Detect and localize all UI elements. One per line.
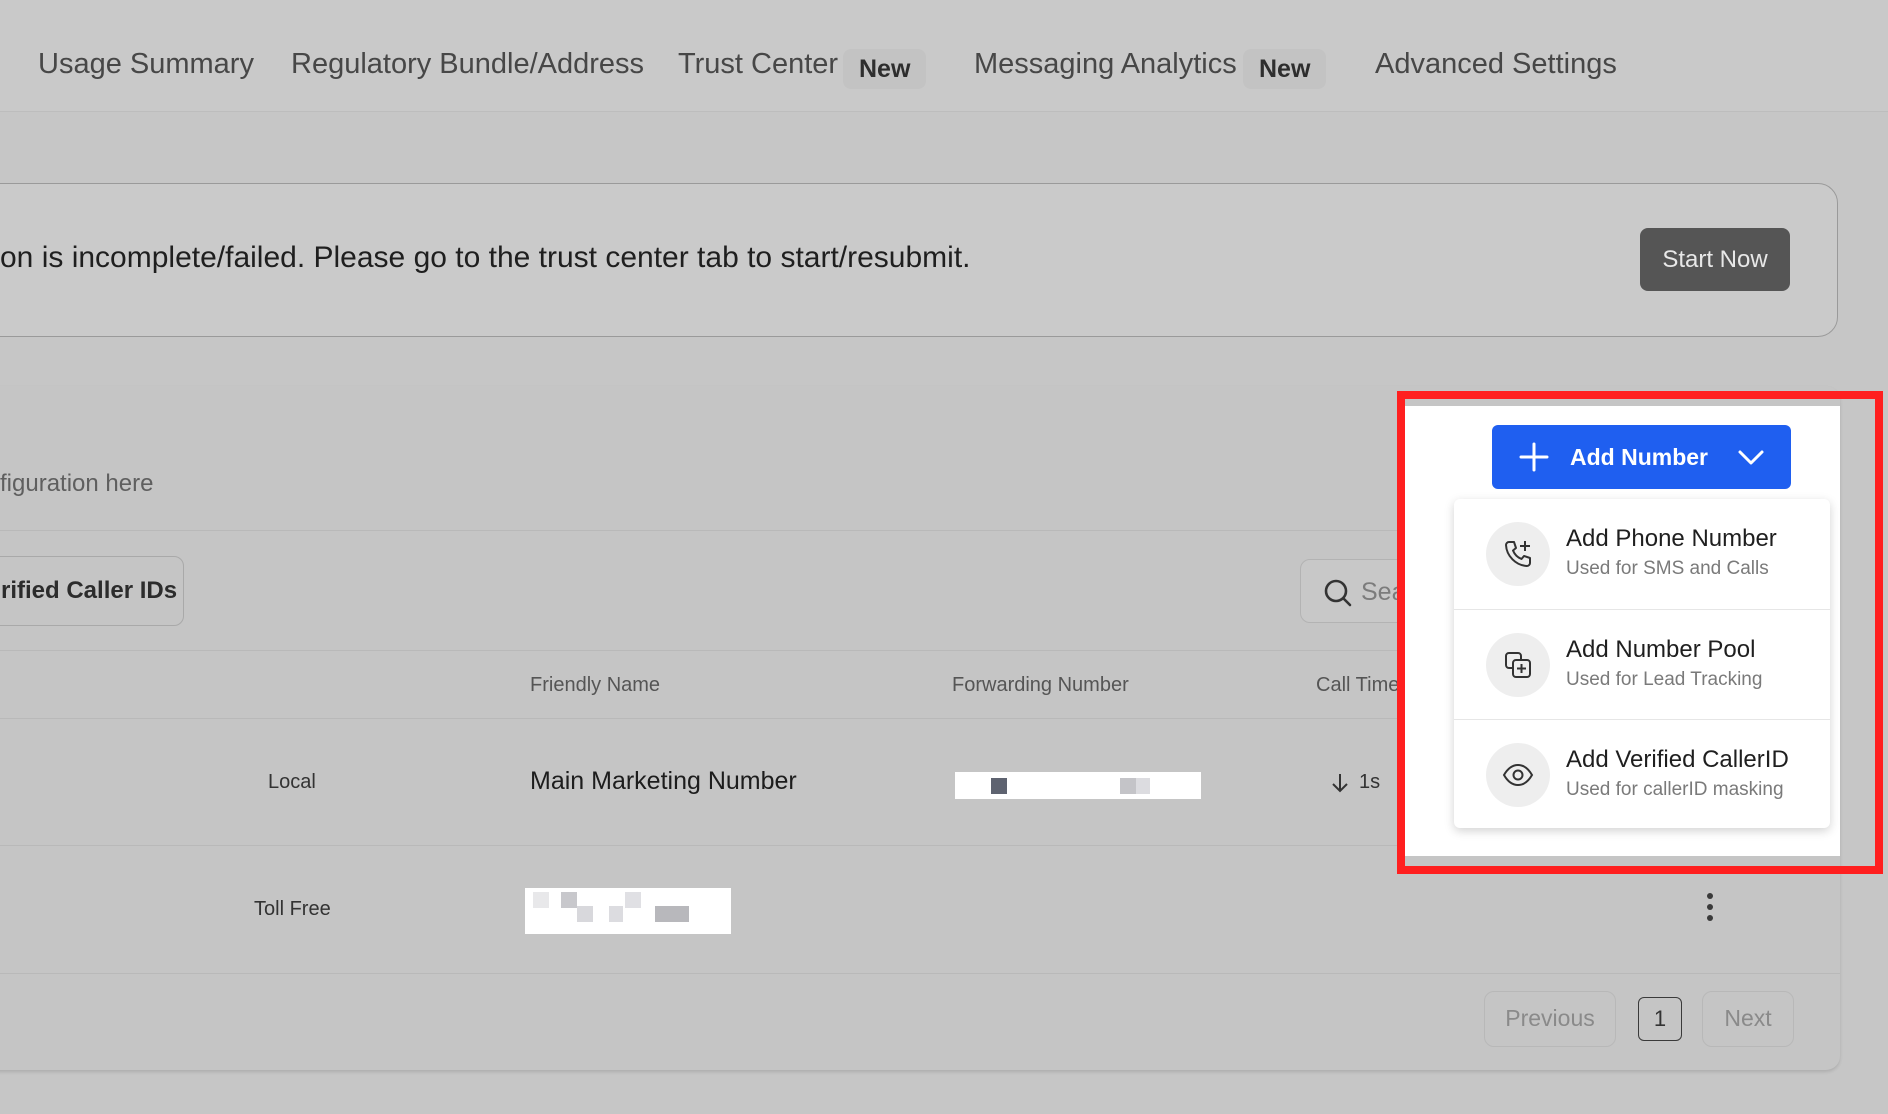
alert-message: on is incomplete/failed. Please go to th…: [0, 241, 971, 274]
start-now-button[interactable]: Start Now: [1640, 228, 1790, 291]
tab-advanced-settings[interactable]: Advanced Settings: [1375, 48, 1617, 81]
row-1-timeout-down: 1s: [1359, 771, 1381, 793]
tab-messaging-analytics[interactable]: Messaging Analytics: [974, 48, 1237, 81]
tab-bar: Usage Summary Regulatory Bundle/Address …: [0, 0, 1888, 112]
verified-caller-ids-label: rified Caller IDs: [1, 577, 178, 604]
search-icon: [1324, 579, 1352, 607]
tab-regulatory-bundle[interactable]: Regulatory Bundle/Address: [291, 48, 644, 81]
redacted-forwarding-number: [955, 772, 1201, 799]
next-page-button[interactable]: Next: [1702, 991, 1794, 1047]
column-header-friendly-name: Friendly Name: [530, 674, 661, 696]
previous-page-button[interactable]: Previous: [1484, 991, 1616, 1047]
page: Usage Summary Regulatory Bundle/Address …: [0, 0, 1888, 1114]
tab-usage-summary[interactable]: Usage Summary: [38, 48, 254, 81]
highlight-annotation-box: [1397, 391, 1883, 874]
row-divider: [0, 973, 1840, 974]
row-1-friendly-name: Main Marketing Number: [530, 767, 797, 795]
arrow-down-icon: [1332, 774, 1348, 793]
trust-center-new-badge: New: [843, 49, 927, 89]
redacted-friendly-name: [525, 888, 731, 934]
page-number-1[interactable]: 1: [1638, 997, 1682, 1041]
tab-trust-center[interactable]: Trust Center: [678, 48, 838, 81]
row-2-more-menu-icon[interactable]: [1705, 893, 1715, 927]
verified-caller-ids-tab[interactable]: rified Caller IDs: [0, 556, 184, 626]
column-header-forwarding-number: Forwarding Number: [952, 674, 1129, 696]
row-1-type: Local: [268, 771, 316, 793]
section-subtitle: figuration here: [0, 470, 154, 497]
divider: [0, 530, 1400, 531]
messaging-analytics-new-badge: New: [1243, 49, 1327, 89]
row-2-type: Toll Free: [254, 898, 331, 920]
